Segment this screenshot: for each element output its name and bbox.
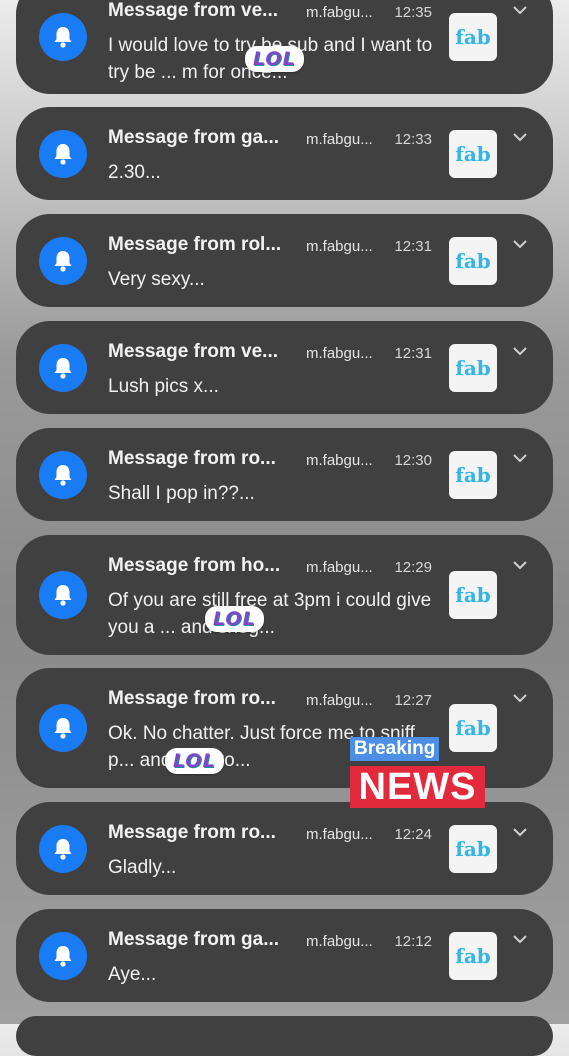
app-thumbnail: fab [449, 236, 497, 285]
news-label: NEWS [350, 766, 485, 808]
fab-logo-text: fab [455, 248, 491, 273]
notification-title: Message from ve... [108, 0, 279, 21]
notification-time: 12:12 [394, 933, 432, 950]
bell-icon [39, 450, 87, 499]
notification-time: 12:31 [394, 345, 432, 362]
fab-logo-text: fab [455, 583, 491, 607]
fab-logo-text: fab [455, 141, 491, 166]
notification-body: Aye... [108, 964, 157, 985]
bell-icon [39, 931, 87, 980]
notification-body: Gladly... [108, 857, 177, 878]
chevron-down-icon[interactable] [512, 4, 528, 16]
notification-card[interactable]: Message from ve... m.fabgu... 12:31 Lush… [16, 321, 553, 414]
chevron-down-icon[interactable] [512, 131, 528, 143]
chevron-down-icon[interactable] [512, 559, 528, 571]
fab-logo-text: fab [455, 355, 491, 380]
notification-title: Message from ro... [108, 822, 276, 843]
app-thumbnail: fab [449, 571, 497, 619]
notification-title: Message from ve... [108, 341, 279, 362]
fab-logo-text: fab [455, 25, 491, 49]
chevron-down-icon[interactable] [512, 345, 528, 357]
bell-icon [39, 343, 87, 392]
notification-title: Message from ro... [108, 688, 276, 709]
notification-body: Lush pics x... [108, 376, 219, 397]
notification-app-name: m.fabgu... [306, 826, 373, 843]
notification-app-name: m.fabgu... [306, 345, 373, 362]
notification-time: 12:35 [394, 4, 432, 21]
app-thumbnail: fab [449, 931, 497, 980]
breaking-news-sticker: Breaking NEWS [350, 737, 485, 809]
lol-sticker: LOL [165, 748, 224, 774]
notification-card[interactable]: Message from ro... m.fabgu... 12:24 Glad… [16, 802, 553, 895]
chevron-down-icon[interactable] [512, 826, 528, 838]
notification-time: 12:29 [394, 559, 432, 576]
notification-app-name: m.fabgu... [306, 238, 373, 255]
notification-time: 12:27 [394, 692, 432, 709]
notification-card-partial[interactable] [16, 1016, 553, 1056]
notification-app-name: m.fabgu... [306, 559, 373, 576]
app-thumbnail: fab [449, 450, 497, 499]
chevron-down-icon[interactable] [512, 238, 528, 250]
app-thumbnail: fab [449, 13, 497, 61]
notification-card[interactable]: Message from rol... m.fabgu... 12:31 Ver… [16, 214, 553, 307]
bell-icon [39, 236, 87, 285]
chevron-down-icon[interactable] [512, 933, 528, 945]
notification-app-name: m.fabgu... [306, 452, 373, 469]
fab-logo-text: fab [455, 462, 491, 487]
bell-icon [39, 571, 87, 619]
notification-body: Of you are still free at 3pm i could giv… [108, 590, 432, 638]
bell-icon [39, 824, 87, 873]
app-thumbnail: fab [449, 129, 497, 178]
chevron-down-icon[interactable] [512, 692, 528, 704]
notification-app-name: m.fabgu... [306, 4, 373, 21]
notification-app-name: m.fabgu... [306, 933, 373, 950]
bell-icon [39, 129, 87, 178]
notification-card[interactable]: Message from ga... m.fabgu... 12:33 2.30… [16, 107, 553, 200]
notification-body: 2.30... [108, 162, 161, 183]
notification-title: Message from ro... [108, 448, 276, 469]
notification-card[interactable]: Message from ga... m.fabgu... 12:12 Aye.… [16, 909, 553, 1002]
notification-time: 12:24 [394, 826, 432, 843]
notification-title: Message from ga... [108, 127, 280, 148]
breaking-label: Breaking [350, 737, 440, 761]
lol-sticker: LOL [205, 606, 264, 632]
notification-app-name: m.fabgu... [306, 131, 373, 148]
app-thumbnail: fab [449, 343, 497, 392]
notification-card[interactable]: Message from ho... m.fabgu... 12:29 Of y… [16, 535, 553, 655]
notification-card[interactable]: Message from ro... m.fabgu... 12:30 Shal… [16, 428, 553, 521]
notification-body: Very sexy... [108, 269, 205, 290]
lol-sticker: LOL [245, 46, 304, 72]
notification-time: 12:31 [394, 238, 432, 255]
notification-title: Message from ho... [108, 555, 281, 576]
notification-body: Shall I pop in??... [108, 483, 255, 504]
fab-logo-text: fab [455, 836, 491, 861]
notification-time: 12:33 [394, 131, 432, 148]
notification-app-name: m.fabgu... [306, 692, 373, 709]
notification-title: Message from rol... [108, 234, 282, 255]
notification-time: 12:30 [394, 452, 432, 469]
chevron-down-icon[interactable] [512, 452, 528, 464]
app-thumbnail: fab [449, 824, 497, 873]
bell-icon [39, 704, 87, 752]
fab-logo-text: fab [455, 943, 491, 968]
notification-title: Message from ga... [108, 929, 280, 950]
bell-icon [39, 13, 87, 61]
